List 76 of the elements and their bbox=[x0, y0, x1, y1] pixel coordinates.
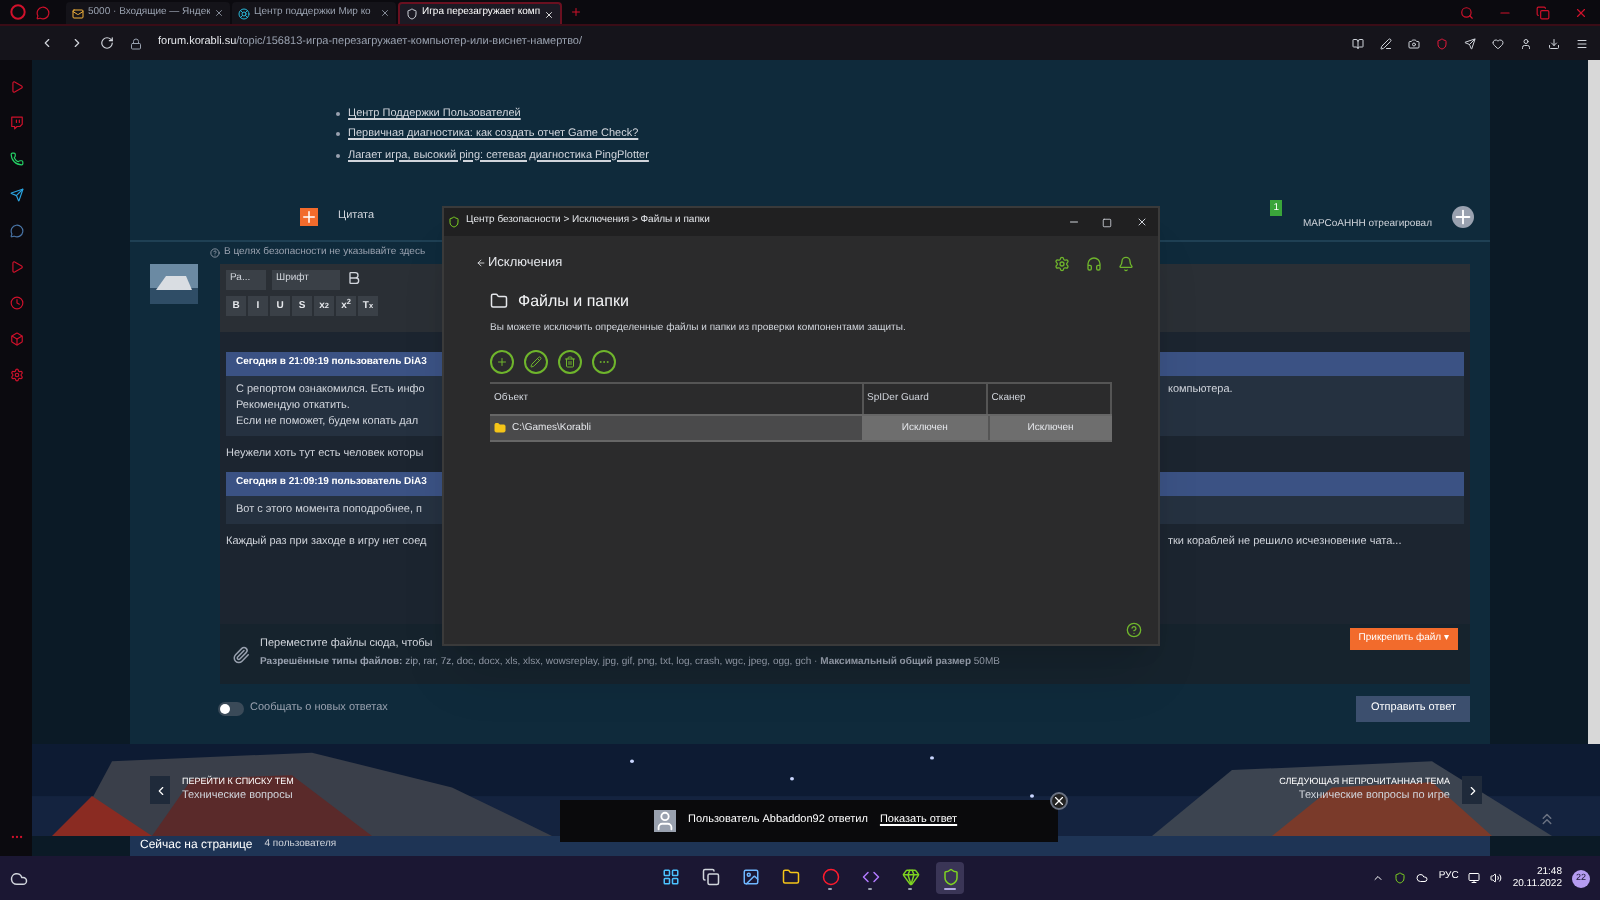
phone-icon[interactable] bbox=[9, 152, 23, 166]
paperclip-icon bbox=[232, 645, 250, 663]
tray-cloud-icon[interactable] bbox=[1416, 872, 1429, 884]
shield-icon[interactable] bbox=[1436, 37, 1448, 49]
browser-logo-icon[interactable] bbox=[10, 4, 26, 20]
tray-shield-icon[interactable] bbox=[1394, 872, 1407, 884]
info-icon bbox=[210, 248, 220, 258]
send-icon[interactable] bbox=[9, 188, 23, 202]
maximize-icon[interactable] bbox=[1102, 217, 1112, 227]
start-icon bbox=[661, 867, 680, 885]
taskbar-app[interactable] bbox=[936, 862, 965, 894]
download-icon[interactable] bbox=[1548, 37, 1560, 49]
tab-icon bbox=[406, 8, 418, 20]
browser-icon bbox=[821, 867, 840, 885]
add-button[interactable] bbox=[490, 350, 514, 375]
headset-icon[interactable] bbox=[1086, 255, 1102, 272]
edit-icon[interactable] bbox=[1380, 37, 1392, 49]
play-icon[interactable] bbox=[9, 80, 23, 94]
studio-icon bbox=[861, 867, 880, 885]
weather-icon[interactable] bbox=[10, 869, 28, 887]
views-icon bbox=[701, 867, 720, 885]
restore-icon[interactable] bbox=[1536, 5, 1550, 19]
heart-icon[interactable] bbox=[1492, 37, 1504, 49]
shield-icon bbox=[448, 216, 460, 228]
add-icon bbox=[496, 356, 508, 369]
delete-button[interactable] bbox=[558, 350, 582, 375]
page-heading: Файлы и папки bbox=[518, 289, 629, 314]
previous-topic-button[interactable] bbox=[150, 776, 170, 804]
lock-icon bbox=[130, 37, 142, 49]
reader-icon[interactable] bbox=[1352, 37, 1364, 49]
notify-toggle[interactable] bbox=[218, 701, 244, 715]
shield-icon bbox=[941, 867, 960, 885]
reload-icon[interactable] bbox=[100, 36, 114, 50]
delete-icon bbox=[564, 356, 576, 369]
settings-icon[interactable] bbox=[9, 368, 23, 382]
player-icon[interactable] bbox=[9, 260, 23, 274]
search-icon[interactable] bbox=[1460, 5, 1474, 19]
back-icon[interactable] bbox=[476, 258, 486, 269]
scrollbar[interactable] bbox=[1588, 60, 1600, 744]
forward-icon[interactable] bbox=[70, 36, 84, 50]
back-icon[interactable] bbox=[40, 36, 54, 50]
avatar-icon bbox=[654, 810, 676, 832]
folder-icon bbox=[781, 867, 800, 885]
bell-icon[interactable] bbox=[1118, 255, 1134, 272]
minimize-icon[interactable] bbox=[1068, 216, 1080, 228]
edit-button[interactable] bbox=[524, 350, 548, 375]
quote-plus-icon[interactable] bbox=[300, 207, 318, 225]
volume-icon[interactable] bbox=[1490, 872, 1503, 884]
twitch-icon[interactable] bbox=[9, 116, 23, 130]
menu-icon[interactable] bbox=[1576, 37, 1588, 49]
cube-icon[interactable] bbox=[9, 332, 23, 346]
edit-icon bbox=[530, 356, 542, 369]
next-topic-button[interactable] bbox=[1462, 776, 1482, 804]
more-icon[interactable] bbox=[9, 830, 23, 844]
chevron-right-icon bbox=[1465, 783, 1479, 797]
add-reaction-icon[interactable] bbox=[1452, 205, 1474, 227]
more-button[interactable] bbox=[592, 350, 616, 375]
tab-icon bbox=[238, 7, 250, 19]
folder-icon bbox=[494, 422, 506, 435]
photos-icon bbox=[741, 867, 760, 885]
text-color-icon[interactable] bbox=[346, 270, 362, 286]
send-icon[interactable] bbox=[1464, 37, 1476, 49]
chat-icon[interactable] bbox=[36, 6, 50, 20]
user-icon[interactable] bbox=[1520, 37, 1532, 49]
chat-icon[interactable] bbox=[9, 224, 23, 238]
folder-icon bbox=[490, 292, 508, 311]
help-icon[interactable] bbox=[1126, 622, 1142, 638]
settings-icon[interactable] bbox=[1054, 255, 1070, 272]
tab-icon bbox=[72, 7, 84, 19]
chevron-left-icon bbox=[153, 783, 167, 797]
scroll-top-icon[interactable] bbox=[1538, 810, 1556, 828]
display-icon[interactable] bbox=[1468, 872, 1481, 884]
gem-icon bbox=[901, 867, 920, 885]
camera-icon[interactable] bbox=[1408, 37, 1420, 49]
tray-expand-icon[interactable] bbox=[1372, 872, 1385, 884]
clock-icon[interactable] bbox=[9, 296, 23, 310]
